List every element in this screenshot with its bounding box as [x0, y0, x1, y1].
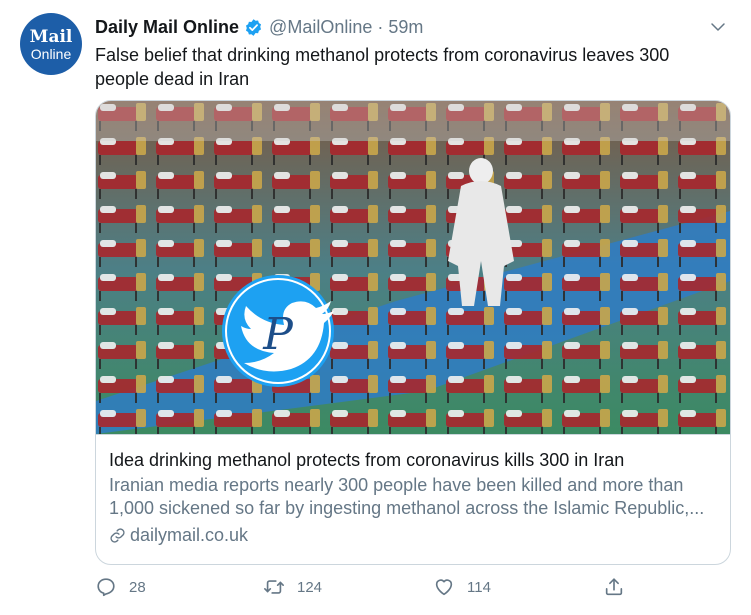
share-icon	[605, 578, 623, 596]
card-domain-text: dailymail.co.uk	[130, 525, 249, 545]
card-title[interactable]: Idea drinking methanol protects from cor…	[109, 449, 717, 472]
avatar-logo-line1: Mail	[29, 26, 73, 47]
svg-text:P: P	[262, 309, 294, 360]
tweet-actions: 28 124 114	[95, 576, 655, 604]
retweet-button[interactable]: 124	[263, 576, 322, 598]
tweet-header: Daily Mail Online @MailOnline · 59m	[95, 16, 423, 38]
handle[interactable]: @MailOnline	[269, 16, 372, 38]
separator-dot: ·	[377, 17, 384, 37]
reply-button[interactable]: 28	[95, 576, 146, 598]
tweet-text: False belief that drinking methanol prot…	[95, 45, 670, 89]
avatar[interactable]: Mail Online	[20, 13, 82, 75]
timestamp[interactable]: 59m	[388, 16, 423, 38]
card-description: Iranian media reports nearly 300 people …	[109, 475, 705, 518]
retweet-icon	[264, 580, 284, 594]
card-domain[interactable]: dailymail.co.uk	[109, 524, 717, 547]
link-icon	[110, 528, 125, 543]
like-count: 114	[467, 578, 491, 596]
reply-count: 28	[129, 578, 146, 596]
heart-icon	[435, 579, 453, 596]
like-button[interactable]: 114	[433, 576, 491, 598]
retweet-count: 124	[297, 578, 323, 596]
display-name[interactable]: Daily Mail Online	[95, 16, 239, 38]
verified-badge-icon	[246, 18, 262, 36]
share-button[interactable]	[603, 576, 637, 598]
link-card[interactable]: P Idea drinking methanol protects from c…	[95, 100, 731, 565]
tweet[interactable]: Mail Online Daily Mail Online @MailOnlin…	[0, 0, 751, 615]
reply-icon	[97, 578, 115, 597]
card-image: P	[96, 101, 730, 434]
avatar-logo-line2: Online	[30, 45, 72, 62]
card-body: Idea drinking methanol protects from cor…	[96, 434, 730, 547]
twitter-bird-watermark-icon: P	[222, 275, 334, 387]
chevron-down-icon[interactable]	[709, 18, 727, 36]
